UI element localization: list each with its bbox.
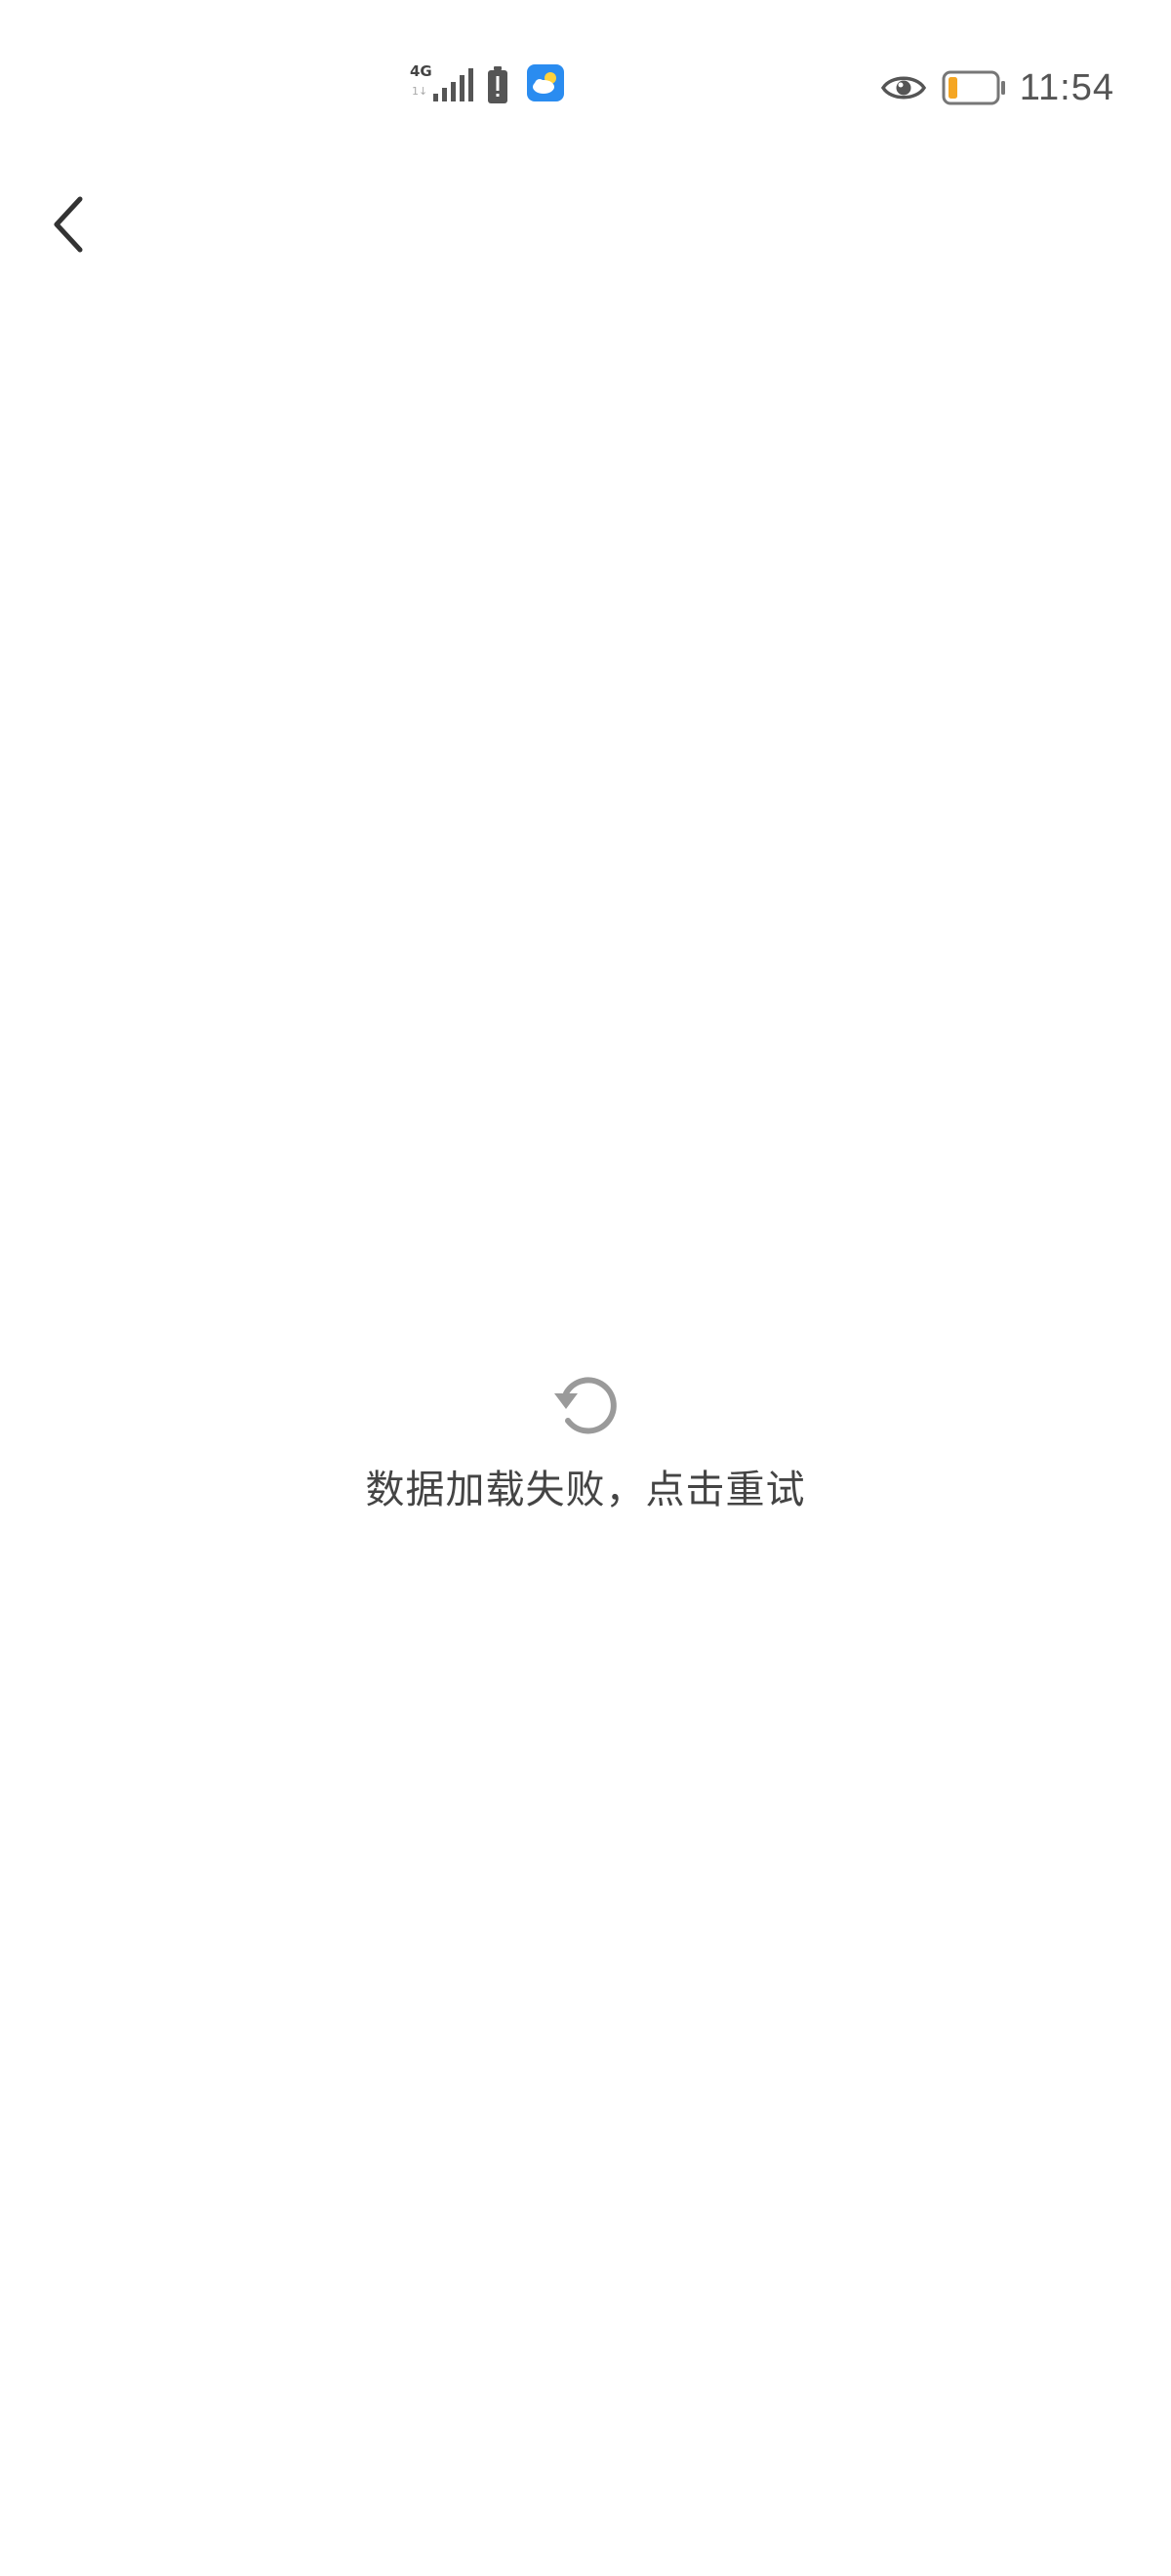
chevron-left-icon xyxy=(54,196,83,253)
status-bar: 4G 1↓ 11:54 xyxy=(0,0,1171,176)
weather-app-icon xyxy=(527,64,564,101)
error-message[interactable]: 数据加载失败，点击重试 xyxy=(366,1458,806,1514)
load-error-retry[interactable]: 数据加载失败，点击重试 xyxy=(0,1366,1171,1514)
network-activity-label: 1↓ xyxy=(412,85,428,98)
screen: 4G 1↓ 11:54 数据加载失败，点击重试 xyxy=(0,0,1171,2576)
eye-icon xyxy=(880,76,926,100)
signal-icon xyxy=(433,68,473,101)
battery-icon xyxy=(942,70,1005,105)
clock-time: 11:54 xyxy=(1019,66,1114,108)
battery-alert-icon xyxy=(488,66,507,103)
network-type-label: 4G xyxy=(410,62,432,80)
refresh-icon[interactable] xyxy=(548,1366,623,1440)
back-button[interactable] xyxy=(29,185,107,263)
status-bar-right: 11:54 xyxy=(880,59,1114,117)
